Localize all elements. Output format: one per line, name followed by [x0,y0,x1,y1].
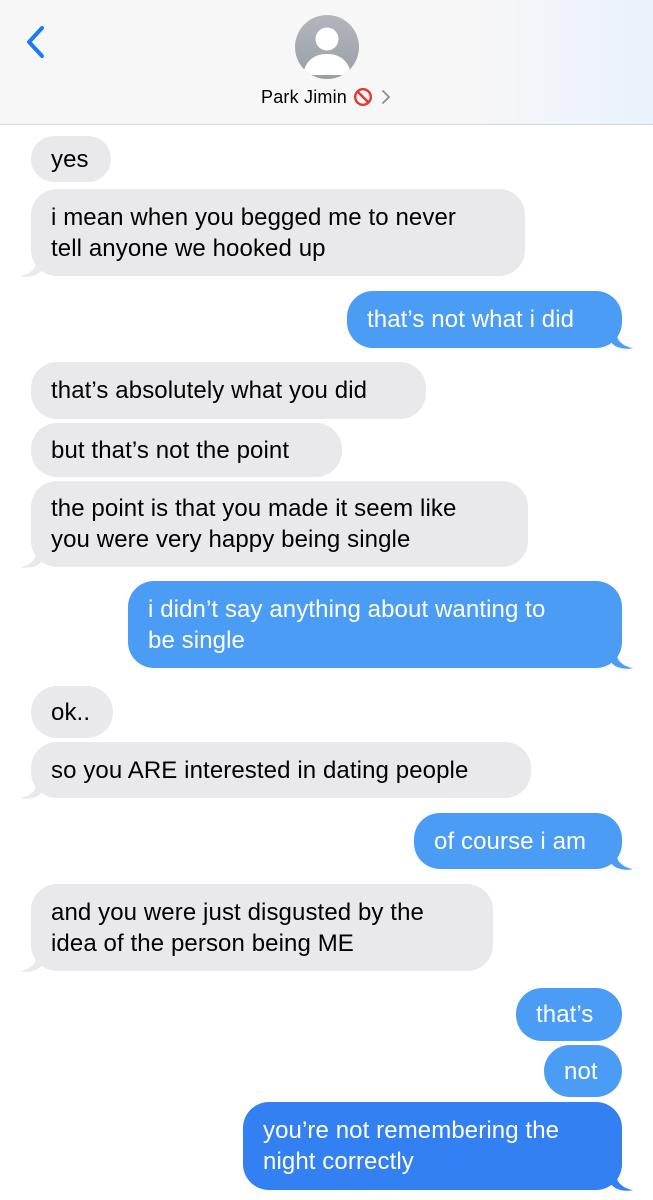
message-bubble-outgoing[interactable]: of course i am [414,813,622,869]
message-bubble-incoming[interactable]: the point is that you made it seem like … [31,481,528,567]
bubble-tail [611,851,633,870]
message-bubble-incoming[interactable]: so you ARE interested in dating people [31,742,531,798]
contact-name-row[interactable]: Park Jimin [0,84,653,110]
messages-screen: Park Jimin yes i mean when you begged me… [0,0,653,1200]
message-text: yes [51,145,89,173]
message-text: so you ARE interested in dating people [51,756,469,784]
message-text: not [564,1057,598,1085]
message-text: i mean when you begged me to never tell … [51,203,456,262]
message-text: that’s not what i did [367,306,575,333]
message-text: you’re not remembering the night correct… [263,1117,560,1175]
contact-avatar[interactable] [295,15,359,79]
message-bubble-outgoing[interactable]: you’re not remembering the night correct… [243,1102,622,1190]
bubble-tail [20,549,42,568]
message-text: and you were just disgusted by the idea … [51,898,424,957]
bubble-tail [611,1172,633,1191]
message-bubble-incoming[interactable]: but that’s not the point [31,423,342,477]
message-text: of course i am [434,827,587,855]
message-bubble-incoming[interactable]: that’s absolutely what you did [31,362,426,419]
chevron-right-icon [382,90,390,104]
message-bubble-incoming[interactable]: and you were just disgusted by the idea … [31,884,493,971]
person-silhouette-icon [303,27,351,75]
message-text: i didn’t say anything about wanting to b… [148,595,546,654]
message-bubble-outgoing[interactable]: that’s not what i did [347,291,622,348]
bubble-tail [20,258,42,277]
bubble-tail [20,953,42,972]
message-bubble-incoming[interactable]: yes [31,136,111,182]
conversation-header: Park Jimin [0,0,653,125]
back-button[interactable] [20,22,54,62]
prohibited-icon [353,87,373,107]
message-text: the point is that you made it seem like … [51,495,457,553]
message-bubble-incoming[interactable]: ok.. [31,686,113,738]
chevron-left-icon [27,26,44,58]
message-text: but that’s not the point [51,436,290,464]
bubble-tail [20,780,42,799]
message-text: that’s [536,1001,594,1028]
message-bubble-outgoing[interactable]: i didn’t say anything about wanting to b… [128,581,622,668]
message-text: ok.. [51,698,91,726]
message-thread: yes i mean when you begged me to never t… [0,125,653,1200]
message-bubble-incoming[interactable]: i mean when you begged me to never tell … [31,189,525,276]
contact-name: Park Jimin [260,86,347,107]
message-text: that’s absolutely what you did [51,377,368,404]
bubble-tail [611,650,633,669]
message-bubble-outgoing[interactable]: that’s [516,988,622,1041]
bubble-tail [611,330,633,349]
message-bubble-outgoing[interactable]: not [544,1045,622,1097]
